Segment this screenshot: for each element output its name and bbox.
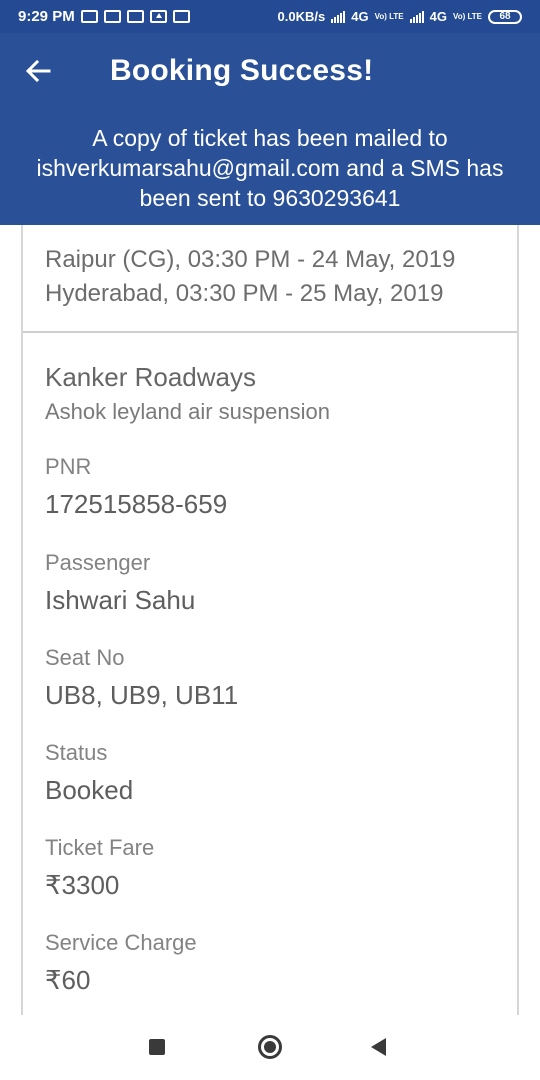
chat-icon (126, 10, 144, 23)
ticket-card: Raipur (CG), 03:30 PM - 24 May, 2019 Hyd… (21, 225, 519, 1015)
status-left: 9:29 PM (18, 8, 190, 25)
detail-value: Booked (45, 775, 134, 805)
detail-value: ₹60 (45, 965, 91, 995)
detail-label: Ticket Fare (45, 835, 155, 860)
detail-label: Seat No (45, 645, 125, 670)
bus-type: Ashok leyland air suspension (45, 399, 330, 424)
detail-passenger: Passenger Ishwari Sahu (45, 549, 195, 617)
home-button[interactable] (258, 1035, 282, 1059)
battery-level: 68 (499, 11, 511, 22)
screenshot-icon (172, 10, 190, 23)
detail-value: UB8, UB9, UB11 (45, 680, 239, 710)
volte-2: Vo) LTE (452, 12, 482, 21)
network-speed: 0.0KB/s (277, 9, 326, 24)
nav-back-button[interactable] (371, 1038, 386, 1056)
card-icon (103, 10, 121, 23)
app-header: Booking Success! A copy of ticket has be… (0, 33, 540, 225)
network-type-2: 4G (429, 9, 447, 24)
detail-pnr: PNR 172515858-659 (45, 453, 227, 521)
status-time: 9:29 PM (18, 8, 75, 25)
detail-value: 172515858-659 (45, 489, 228, 519)
navigation-bar (0, 1015, 540, 1080)
arrival-info: Hyderabad, 03:30 PM - 25 May, 2019 (45, 280, 444, 307)
detail-label: Passenger (45, 550, 151, 575)
detail-status: Status Booked (45, 739, 133, 807)
confirmation-message: A copy of ticket has been mailed to ishv… (36, 125, 504, 211)
journey-info: Raipur (CG), 03:30 PM - 24 May, 2019 Hyd… (45, 243, 455, 311)
detail-label: Status (45, 740, 108, 765)
volte-1: Vo) LTE (374, 12, 404, 21)
detail-service-charge: Service Charge ₹60 (45, 929, 197, 997)
signal-icon (331, 10, 346, 23)
detail-label: PNR (45, 454, 92, 479)
detail-ticket-fare: Ticket Fare ₹3300 (45, 834, 154, 902)
detail-value: ₹3300 (45, 870, 120, 900)
departure-info: Raipur (CG), 03:30 PM - 24 May, 2019 (45, 246, 456, 273)
upload-icon (149, 10, 167, 23)
detail-seat-no: Seat No UB8, UB9, UB11 (45, 644, 238, 712)
arrow-left-icon (25, 60, 51, 82)
detail-value: Ishwari Sahu (45, 585, 196, 615)
status-bar: 9:29 PM 0.0KB/s 4G Vo) LTE 4G Vo) LTE 68 (0, 0, 540, 33)
back-button[interactable] (20, 53, 56, 89)
message-icon (80, 10, 98, 23)
divider (23, 331, 517, 333)
status-right: 0.0KB/s 4G Vo) LTE 4G Vo) LTE 68 (278, 9, 522, 24)
detail-label: Service Charge (45, 930, 197, 955)
page-title: Booking Success! (110, 54, 374, 87)
operator-name: Kanker Roadways (45, 362, 256, 392)
network-type-1: 4G (351, 9, 369, 24)
battery-icon: 68 (488, 9, 522, 24)
signal-icon-2 (409, 10, 424, 23)
recents-button[interactable] (149, 1039, 165, 1055)
